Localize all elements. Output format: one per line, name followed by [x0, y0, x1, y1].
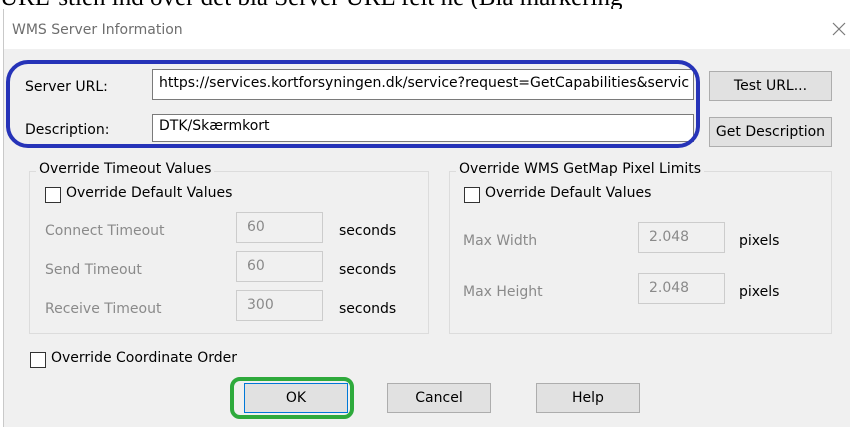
receive-timeout-label: Receive Timeout	[45, 301, 162, 317]
ok-button[interactable]: OK	[244, 383, 348, 413]
timeout-group-title: Override Timeout Values	[36, 161, 215, 177]
connect-timeout-input[interactable]: 60	[236, 212, 323, 243]
receive-timeout-input[interactable]: 300	[236, 290, 323, 321]
max-width-input[interactable]: 2.048	[638, 222, 725, 253]
close-icon[interactable]	[830, 20, 848, 38]
max-height-input[interactable]: 2.048	[638, 273, 725, 304]
title-bar: WMS Server Information	[4, 9, 850, 49]
max-height-label: Max Height	[463, 284, 543, 300]
max-width-label: Max Width	[463, 233, 538, 249]
coordinate-order-label: Override Coordinate Order	[51, 350, 238, 366]
coordinate-order-checkbox[interactable]	[30, 352, 46, 368]
send-timeout-label: Send Timeout	[45, 262, 142, 278]
pixel-limits-override-checkbox[interactable]	[464, 187, 480, 203]
server-url-input[interactable]: https://services.kortforsyningen.dk/serv…	[152, 69, 694, 100]
description-label: Description:	[25, 122, 110, 138]
connect-timeout-unit: seconds	[339, 223, 397, 239]
max-height-unit: pixels	[739, 284, 780, 300]
get-description-button[interactable]: Get Description	[709, 117, 832, 147]
cancel-button[interactable]: Cancel	[387, 383, 491, 413]
receive-timeout-unit: seconds	[339, 301, 397, 317]
send-timeout-input[interactable]: 60	[236, 251, 323, 282]
connect-timeout-label: Connect Timeout	[45, 223, 165, 239]
description-input[interactable]: DTK/Skærmkort	[152, 114, 694, 142]
help-button[interactable]: Help	[536, 383, 640, 413]
pixel-limits-group-title: Override WMS GetMap Pixel Limits	[456, 161, 705, 177]
dialog-title: WMS Server Information	[12, 22, 183, 38]
server-url-label: Server URL:	[25, 79, 108, 95]
test-url-button[interactable]: Test URL...	[709, 71, 832, 101]
max-width-unit: pixels	[739, 233, 780, 249]
timeout-override-label: Override Default Values	[66, 185, 233, 201]
timeout-override-checkbox[interactable]	[45, 187, 61, 203]
pixel-limits-override-label: Override Default Values	[485, 185, 652, 201]
send-timeout-unit: seconds	[339, 262, 397, 278]
